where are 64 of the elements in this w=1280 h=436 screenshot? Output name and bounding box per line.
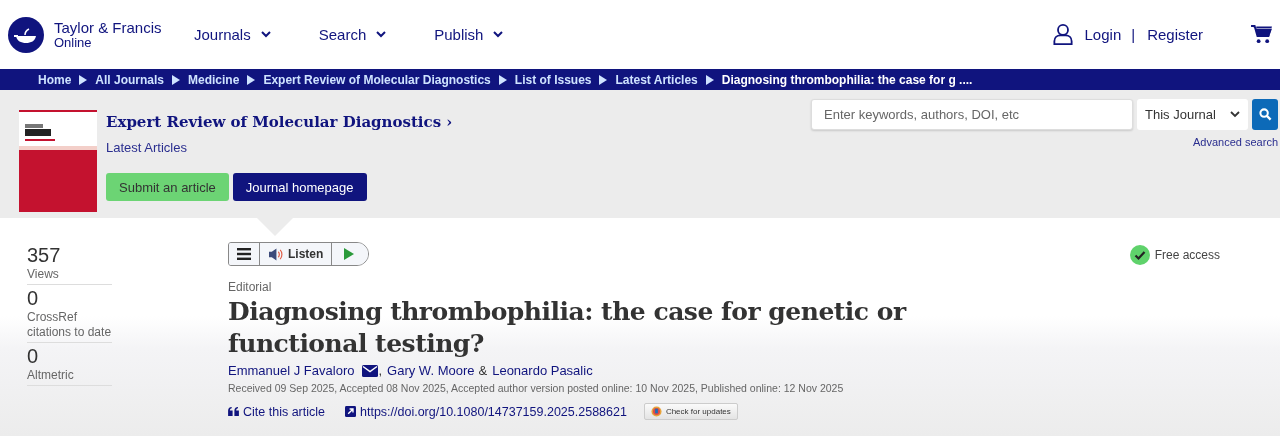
metric-label: Views <box>27 267 60 282</box>
arrow-icon <box>247 74 256 85</box>
chevron-icon <box>376 31 387 38</box>
nav-menu[interactable]: Search <box>318 26 387 43</box>
arrow-icon <box>498 74 507 85</box>
chevron-icon <box>493 31 504 38</box>
publication-dates: Received 09 Sep 2025, Accepted 08 Nov 2025, Accepted author version posted online: 10 Nov 2025, Published online: 12 Nov 2025 <box>228 382 845 394</box>
metric-value: 0 <box>27 345 40 368</box>
arrow-icon <box>705 74 714 85</box>
journal-title-link[interactable]: Expert Review of Molecular Diagnostics › <box>106 113 453 131</box>
search-icon <box>1258 108 1272 121</box>
breadcrumb-link[interactable]: Medicine <box>188 72 240 87</box>
chevron-icon <box>1230 111 1240 118</box>
article-title: Diagnosing thrombophilia: the case for genetic or functional testing? <box>228 296 908 360</box>
journal-homepage-button[interactable]: Journal homepage <box>232 173 367 201</box>
speaker-icon <box>268 247 283 261</box>
submit-article-button[interactable]: Submit an article <box>106 173 229 201</box>
cart-icon[interactable] <box>1251 25 1272 44</box>
login-link[interactable]: Login <box>1084 26 1122 43</box>
logo-subtitle[interactable]: Online <box>54 35 162 50</box>
menu-icon <box>237 248 251 260</box>
register-link[interactable]: Register <box>1147 26 1203 43</box>
metric-label: Altmetric <box>27 368 75 383</box>
nav-menu[interactable]: Publish <box>434 26 504 43</box>
arrow-icon <box>599 74 608 85</box>
scope-dropdown[interactable]: This Journal <box>1137 99 1248 130</box>
breadcrumb-link[interactable]: List of Issues <box>514 72 592 87</box>
breadcrumb-link[interactable]: Diagnosing thrombophilia: the case for g .... <box>721 72 973 87</box>
cite-link[interactable]: Cite this article <box>228 404 325 419</box>
search-field[interactable]: Enter keywords, authors, DOI, etc <box>811 99 1133 130</box>
check-for-updates-button[interactable]: Check for updates <box>643 403 738 420</box>
metric-value: 357 <box>27 244 62 267</box>
divider-text: | <box>1131 26 1136 43</box>
bookmark-icon <box>650 406 662 417</box>
breadcrumb-link[interactable]: All Journals <box>95 72 165 87</box>
article-type: Editorial <box>228 280 273 294</box>
author-separator: , <box>378 363 383 378</box>
breadcrumb-link[interactable]: Latest Articles <box>615 72 698 87</box>
check-icon <box>1129 245 1150 265</box>
external-link-icon <box>345 406 356 417</box>
author-separator: & <box>478 363 488 378</box>
logo-icon[interactable] <box>8 16 44 53</box>
access-label: Free access <box>1154 248 1220 262</box>
search-button[interactable] <box>1252 99 1278 130</box>
advanced-search-link[interactable]: Advanced search <box>1193 136 1278 148</box>
author-link[interactable]: Gary W. Moore <box>387 363 475 378</box>
issue-label[interactable]: Latest Articles <box>106 140 453 155</box>
doi-link[interactable]: https://doi.org/10.1080/14737159.2025.2588621 <box>345 404 627 419</box>
logo-name[interactable]: Taylor & Francis <box>54 19 162 36</box>
breadcrumb-link[interactable]: Home <box>38 72 72 87</box>
author-link[interactable]: Leonardo Pasalic <box>492 363 593 378</box>
envelope-icon[interactable] <box>362 364 379 377</box>
quote-icon <box>228 407 239 416</box>
arrow-icon <box>172 74 181 85</box>
nav-menu[interactable]: Journals <box>194 26 271 43</box>
breadcrumb-link[interactable]: Expert Review of Molecular Diagnostics <box>263 72 491 87</box>
play-icon <box>344 248 355 260</box>
metric-label: CrossRef citations to date <box>27 310 112 340</box>
chevron-icon <box>260 31 271 38</box>
metric-value: 0 <box>27 287 40 310</box>
arrow-icon <box>79 74 88 85</box>
menu-button[interactable] <box>229 243 260 265</box>
user-icon[interactable] <box>1052 23 1073 46</box>
author-link[interactable]: Emmanuel J Favaloro <box>228 363 355 378</box>
